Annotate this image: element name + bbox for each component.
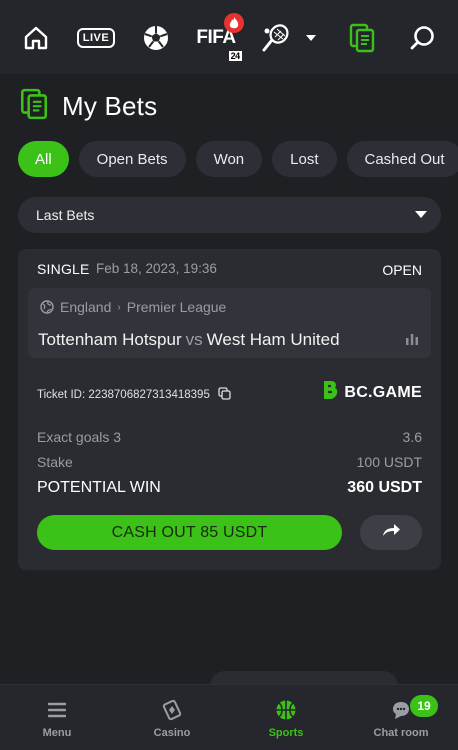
page-title: My Bets [62, 91, 158, 121]
brand-name: BC.GAME [344, 383, 422, 401]
menu-icon [48, 699, 66, 721]
odds-value: 3.6 [402, 429, 422, 445]
filter-chips: All Open Bets Won Lost Cashed Out [18, 141, 458, 177]
search-icon[interactable] [409, 18, 437, 58]
league-name: Premier League [126, 299, 227, 315]
bet-type: SINGLE [37, 261, 90, 277]
nav-menu-label: Menu [42, 727, 72, 739]
chat-icon [391, 699, 411, 721]
selection-label: Exact goals 3 [37, 429, 122, 445]
caret-down-icon [415, 211, 427, 218]
bet-card: SINGLE Feb 18, 2023, 19:36 OPEN England … [18, 249, 441, 570]
bets-icon [20, 88, 48, 125]
live-label: LIVE [76, 28, 116, 48]
potential-win-label: POTENTIAL WIN [37, 479, 161, 496]
fifa-year: 24 [228, 51, 242, 61]
chip-cashed-out[interactable]: Cashed Out [346, 141, 458, 177]
chevron-right-icon: › [117, 301, 121, 313]
live-icon[interactable]: LIVE [76, 18, 116, 58]
chevron-down-icon[interactable] [304, 18, 318, 58]
match-teams: Tottenham Hotspur vs West Ham United [38, 330, 340, 350]
match-box[interactable]: England › Premier League Tottenham Hotsp… [28, 288, 431, 358]
globe-icon [40, 300, 54, 314]
chip-open-bets[interactable]: Open Bets [78, 141, 186, 177]
stats-icon[interactable] [405, 332, 419, 350]
stake-row: Stake 100 USDT [37, 454, 422, 470]
page-header: My Bets [20, 88, 157, 125]
potential-win-row: POTENTIAL WIN 360 USDT [37, 479, 422, 497]
ticket-id: Ticket ID: 2238706827313418395 [37, 387, 231, 403]
basketball-icon [275, 699, 297, 721]
vs-label: vs [185, 330, 203, 349]
ticket-id-text: Ticket ID: 2238706827313418395 [37, 389, 210, 401]
chip-won[interactable]: Won [195, 141, 263, 177]
brand-logo: BC.GAME [322, 380, 422, 405]
nav-chat-room[interactable]: Chat room 19 [344, 685, 458, 750]
soccer-ball-icon[interactable] [141, 18, 171, 58]
nav-menu[interactable]: Menu [0, 685, 114, 750]
nav-casino-label: Casino [153, 727, 191, 739]
stake-label: Stake [37, 454, 73, 470]
chat-unread-badge: 19 [410, 695, 438, 717]
fifa-icon[interactable]: FIFA 24 [196, 13, 244, 61]
chip-lost[interactable]: Lost [272, 141, 337, 177]
fire-icon [223, 13, 244, 33]
home-team: Tottenham Hotspur [38, 330, 182, 349]
bc-logo-icon [322, 380, 340, 405]
period-dropdown[interactable]: Last Bets [18, 197, 441, 233]
casino-icon [161, 699, 183, 721]
league-breadcrumb: England › Premier League [40, 299, 226, 315]
potential-win-value: 360 USDT [347, 479, 422, 496]
cash-out-button[interactable]: CASH OUT 85 USDT [37, 515, 342, 550]
bets-icon[interactable] [348, 18, 376, 58]
share-arrow-icon [381, 522, 401, 543]
country-name: England [60, 299, 112, 315]
nav-sports-label: Sports [268, 727, 304, 739]
home-icon[interactable] [22, 18, 50, 58]
selection-row: Exact goals 3 3.6 [37, 429, 422, 445]
bottom-nav: Menu Casino Sports Chat room 19 [0, 684, 458, 750]
stake-value: 100 USDT [356, 454, 422, 470]
share-button[interactable] [360, 515, 422, 550]
chip-all[interactable]: All [18, 141, 69, 177]
nav-sports[interactable]: Sports [229, 685, 343, 750]
tennis-icon[interactable] [261, 18, 291, 58]
nav-casino[interactable]: Casino [115, 685, 229, 750]
top-nav: LIVE FIFA 24 [0, 0, 458, 74]
dropdown-value: Last Bets [36, 207, 95, 223]
copy-icon[interactable] [218, 387, 231, 403]
bet-status: OPEN [382, 262, 422, 278]
bet-date: Feb 18, 2023, 19:36 [96, 261, 217, 276]
nav-chat-room-label: Chat room [373, 727, 429, 739]
away-team: West Ham United [206, 330, 340, 349]
